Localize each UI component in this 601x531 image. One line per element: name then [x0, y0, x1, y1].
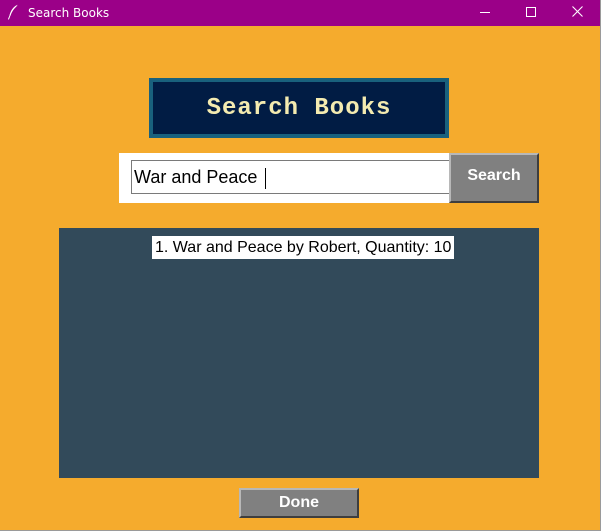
- list-item[interactable]: 1. War and Peace by Robert, Quantity: 10: [152, 236, 455, 259]
- close-icon: [571, 4, 583, 22]
- window-title: Search Books: [28, 6, 110, 20]
- page-title: Search Books: [206, 94, 392, 122]
- maximize-icon: [526, 4, 536, 22]
- maximize-button[interactable]: [508, 0, 554, 26]
- results-panel: [59, 228, 539, 478]
- minimize-button[interactable]: [462, 0, 508, 26]
- title-bar[interactable]: Search Books: [0, 0, 600, 26]
- minimize-icon: [480, 4, 490, 22]
- feather-icon: [7, 4, 19, 20]
- close-button[interactable]: [554, 0, 600, 26]
- search-input[interactable]: [131, 160, 449, 194]
- search-button[interactable]: Search: [449, 153, 539, 203]
- heading-frame: Search Books: [149, 78, 449, 138]
- text-caret: [265, 168, 266, 189]
- app-window: Search Books Search Books War and Peace …: [0, 0, 601, 531]
- done-button[interactable]: Done: [239, 488, 359, 518]
